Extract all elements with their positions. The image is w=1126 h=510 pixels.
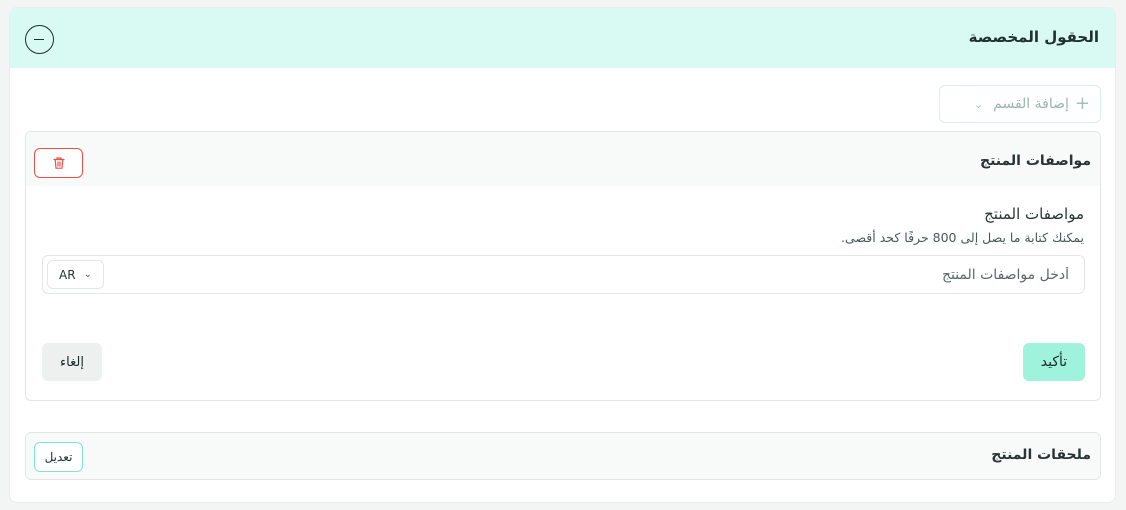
add-section-dropdown[interactable]: + إضافة القسم ⌄ xyxy=(939,85,1101,123)
product-specs-section: مواصفات المنتج مواصفات المنتج يمكنك كتاب… xyxy=(25,131,1101,401)
trash-icon xyxy=(52,157,65,169)
field-label: مواصفات المنتج xyxy=(984,205,1084,223)
plus-icon: + xyxy=(1074,93,1090,114)
add-section-label: إضافة القسم xyxy=(993,96,1069,112)
product-specs-title: مواصفات المنتج xyxy=(979,153,1091,169)
cancel-button[interactable]: إلغاء xyxy=(42,343,102,381)
field-help-text: يمكنك كتابة ما يصل إلى 800 حرفًا كحد أقص… xyxy=(841,230,1084,245)
custom-fields-title: الحقول المخصصة xyxy=(968,28,1099,46)
chevron-down-icon: ⌄ xyxy=(83,269,92,280)
language-value: AR xyxy=(59,267,76,282)
product-specs-header: مواصفات المنتج xyxy=(26,132,1100,186)
collapse-button[interactable] xyxy=(25,25,54,54)
chevron-down-icon: ⌄ xyxy=(973,97,984,111)
product-attachments-header: ملحقات المنتج تعديل xyxy=(26,433,1100,479)
edit-button[interactable]: تعديل xyxy=(34,442,83,472)
confirm-button[interactable]: تأكيد xyxy=(1023,343,1085,381)
product-specs-input-wrapper: AR ⌄ xyxy=(42,255,1085,294)
product-specs-input[interactable] xyxy=(124,256,1084,293)
minus-circle-icon xyxy=(34,38,44,41)
language-select[interactable]: AR ⌄ xyxy=(47,260,104,289)
delete-section-button[interactable] xyxy=(34,148,83,178)
product-attachments-title: ملحقات المنتج xyxy=(991,447,1091,463)
custom-fields-header[interactable]: الحقول المخصصة xyxy=(10,8,1115,68)
custom-fields-card: الحقول المخصصة + إضافة القسم ⌄ مواصفات ا… xyxy=(9,7,1116,503)
product-attachments-section: ملحقات المنتج تعديل xyxy=(25,432,1101,480)
